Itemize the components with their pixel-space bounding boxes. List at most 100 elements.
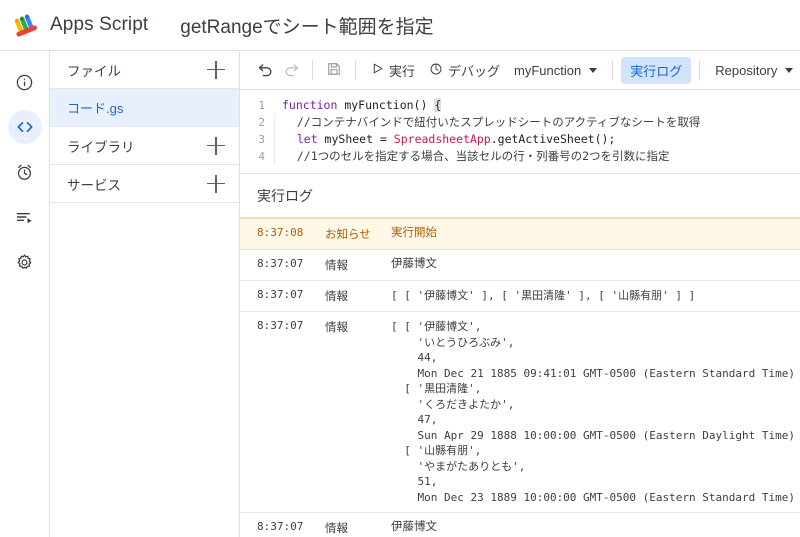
code-token: let [283, 132, 325, 146]
toolbar-divider [312, 60, 313, 80]
code-token: SpreadsheetApp [393, 132, 491, 146]
redo-icon [283, 60, 300, 80]
redo-button[interactable] [278, 57, 304, 83]
code-token: //1つのセルを指定する場合、当該セルの行・列番号の2つを引数に指定 [283, 149, 670, 163]
save-button[interactable] [321, 57, 347, 83]
alarm-clock-icon [15, 163, 34, 182]
file-tree-panel: ファイル コード.gs ライブラリ サービス [50, 51, 240, 537]
chevron-down-icon [589, 67, 598, 73]
tree-section-files[interactable]: ファイル [50, 51, 239, 89]
log-level: 情報 [325, 322, 348, 334]
code-token: { [434, 98, 442, 112]
gear-icon [15, 253, 34, 272]
code-text: let mySheet = SpreadsheetApp.getActiveSh… [274, 131, 615, 148]
tree-section-services[interactable]: サービス [50, 165, 239, 203]
code-brackets-icon [15, 117, 35, 137]
debug-button[interactable]: デバッグ [422, 57, 507, 84]
code-token: function [282, 98, 345, 112]
log-timestamp: 8:37:08 [257, 226, 304, 239]
toolbar-divider [699, 60, 701, 80]
run-button[interactable]: 実行 [364, 57, 422, 84]
line-number: 2 [258, 116, 265, 129]
log-message: 実行開始 [391, 227, 437, 239]
code-line: 4 //1つのセルを指定する場合、当該セルの行・列番号の2つを引数に指定 [240, 148, 800, 165]
code-line: 3 let mySheet = SpreadsheetApp.getActive… [240, 131, 800, 148]
function-select-value: myFunction [514, 62, 582, 78]
tree-section-label: ファイル [67, 63, 121, 79]
code-editor[interactable]: 1 function myFunction() {2 //コンテナバインドで紐付い… [240, 90, 800, 174]
log-timestamp: 8:37:07 [257, 288, 304, 301]
tree-section-label: ライブラリ [67, 139, 135, 155]
sidebar-item-overview[interactable] [8, 65, 42, 99]
log-row: 8:37:07 情報 伊藤博文 [240, 513, 800, 537]
code-token: myFunction() [344, 98, 435, 112]
code-text: //1つのセルを指定する場合、当該セルの行・列番号の2つを引数に指定 [274, 148, 670, 165]
undo-icon [257, 60, 274, 80]
sidebar-item-settings[interactable] [8, 245, 42, 279]
sidebar-item-editor[interactable] [7, 110, 42, 144]
save-icon [326, 61, 342, 80]
execution-log-tab[interactable]: 実行ログ [621, 56, 692, 84]
tree-empty-space [50, 203, 239, 537]
log-level: 情報 [325, 523, 348, 535]
function-select[interactable]: myFunction [507, 59, 604, 82]
log-message: [ [ '伊藤博文' ], [ '黒田清隆' ], [ '山縣有朋' ] ] [391, 289, 696, 302]
app-name-label: Apps Script [50, 14, 149, 35]
log-row: 8:37:08 お知らせ 実行開始 [240, 218, 800, 250]
log-row: 8:37:07 情報 伊藤博文 [240, 250, 800, 281]
sidebar-item-triggers[interactable] [8, 155, 42, 189]
add-library-button[interactable] [207, 136, 225, 155]
repository-label: Repository [715, 62, 778, 78]
repository-select[interactable]: Repository [708, 59, 800, 82]
log-message: 伊藤博文 [391, 521, 437, 533]
apps-script-logo [12, 12, 42, 38]
line-number: 3 [258, 133, 265, 146]
code-line: 2 //コンテナバインドで紐付いたスプレッドシートのアクティブなシートを取得 [240, 114, 800, 131]
sidebar-item-executions[interactable] [8, 200, 42, 234]
main-column: 実行 デバッグ myFunction 実行ログ Repository 1 fun… [240, 51, 800, 537]
log-row: 8:37:07 情報 [ [ '伊藤博文', 'いとうひろぶみ', 44, Mon … [240, 312, 800, 513]
apps-script-window: Apps Script getRangeでシート範囲を指定 ファイル コード.g… [0, 0, 800, 537]
log-timestamp: 8:37:07 [257, 257, 304, 270]
tree-file-label: コード.gs [67, 101, 124, 116]
code-text: //コンテナバインドで紐付いたスプレッドシートのアクティブなシートを取得 [274, 114, 700, 131]
app-header: Apps Script getRangeでシート範囲を指定 [0, 0, 800, 50]
debug-icon [429, 62, 443, 79]
log-timestamp: 8:37:07 [257, 319, 304, 332]
code-token: .getActiveSheet(); [490, 132, 616, 146]
run-label: 実行 [389, 63, 416, 79]
line-number: 1 [258, 99, 265, 112]
add-file-button[interactable] [207, 60, 225, 79]
info-circle-icon [15, 73, 34, 92]
log-message: 伊藤博文 [391, 258, 437, 270]
editor-toolbar: 実行 デバッグ myFunction 実行ログ Repository [240, 51, 800, 90]
toolbar-divider [355, 60, 356, 80]
play-icon [371, 62, 384, 78]
code-text: function myFunction() { [274, 97, 442, 114]
debug-label: デバッグ [448, 63, 501, 79]
log-row: 8:37:07 情報 [ [ '伊藤博文' ], [ '黒田清隆' ], [ '山縣… [240, 281, 800, 312]
tree-section-libraries[interactable]: ライブラリ [50, 127, 239, 165]
execution-log-title: 実行ログ [257, 188, 313, 204]
tree-section-label: サービス [67, 177, 121, 193]
executions-list-icon [15, 207, 35, 227]
execution-log-label: 実行ログ [630, 63, 683, 79]
log-level: 情報 [325, 260, 348, 272]
code-token: //コンテナバインドで紐付いたスプレッドシートのアクティブなシートを取得 [283, 115, 701, 129]
toolbar-divider [612, 60, 614, 80]
execution-log-panel: 実行ログ 8:37:08 お知らせ 実行開始 8:37:07 情報 伊藤博文 8:37:07… [240, 174, 800, 537]
log-timestamp: 8:37:07 [257, 520, 304, 533]
add-service-button[interactable] [207, 174, 225, 193]
log-message: [ [ '伊藤博文', 'いとうひろぶみ', 44, Mon Dec 21 18… [391, 320, 795, 504]
document-title: getRangeでシート範囲を指定 [180, 16, 434, 38]
chevron-down-icon [785, 67, 794, 73]
code-token: mySheet = [324, 132, 394, 146]
app-body: ファイル コード.gs ライブラリ サービス 実行 デバッグ myFunctio… [0, 50, 800, 537]
code-line: 1 function myFunction() { [240, 97, 800, 114]
undo-button[interactable] [252, 57, 278, 83]
execution-log-rows[interactable]: 8:37:08 お知らせ 実行開始 8:37:07 情報 伊藤博文 8:37:07 情報[ [… [240, 217, 800, 537]
log-level: 情報 [325, 291, 348, 303]
left-icon-rail [0, 51, 50, 537]
log-level: お知らせ [325, 229, 371, 241]
tree-file-code-gs[interactable]: コード.gs [50, 89, 239, 127]
